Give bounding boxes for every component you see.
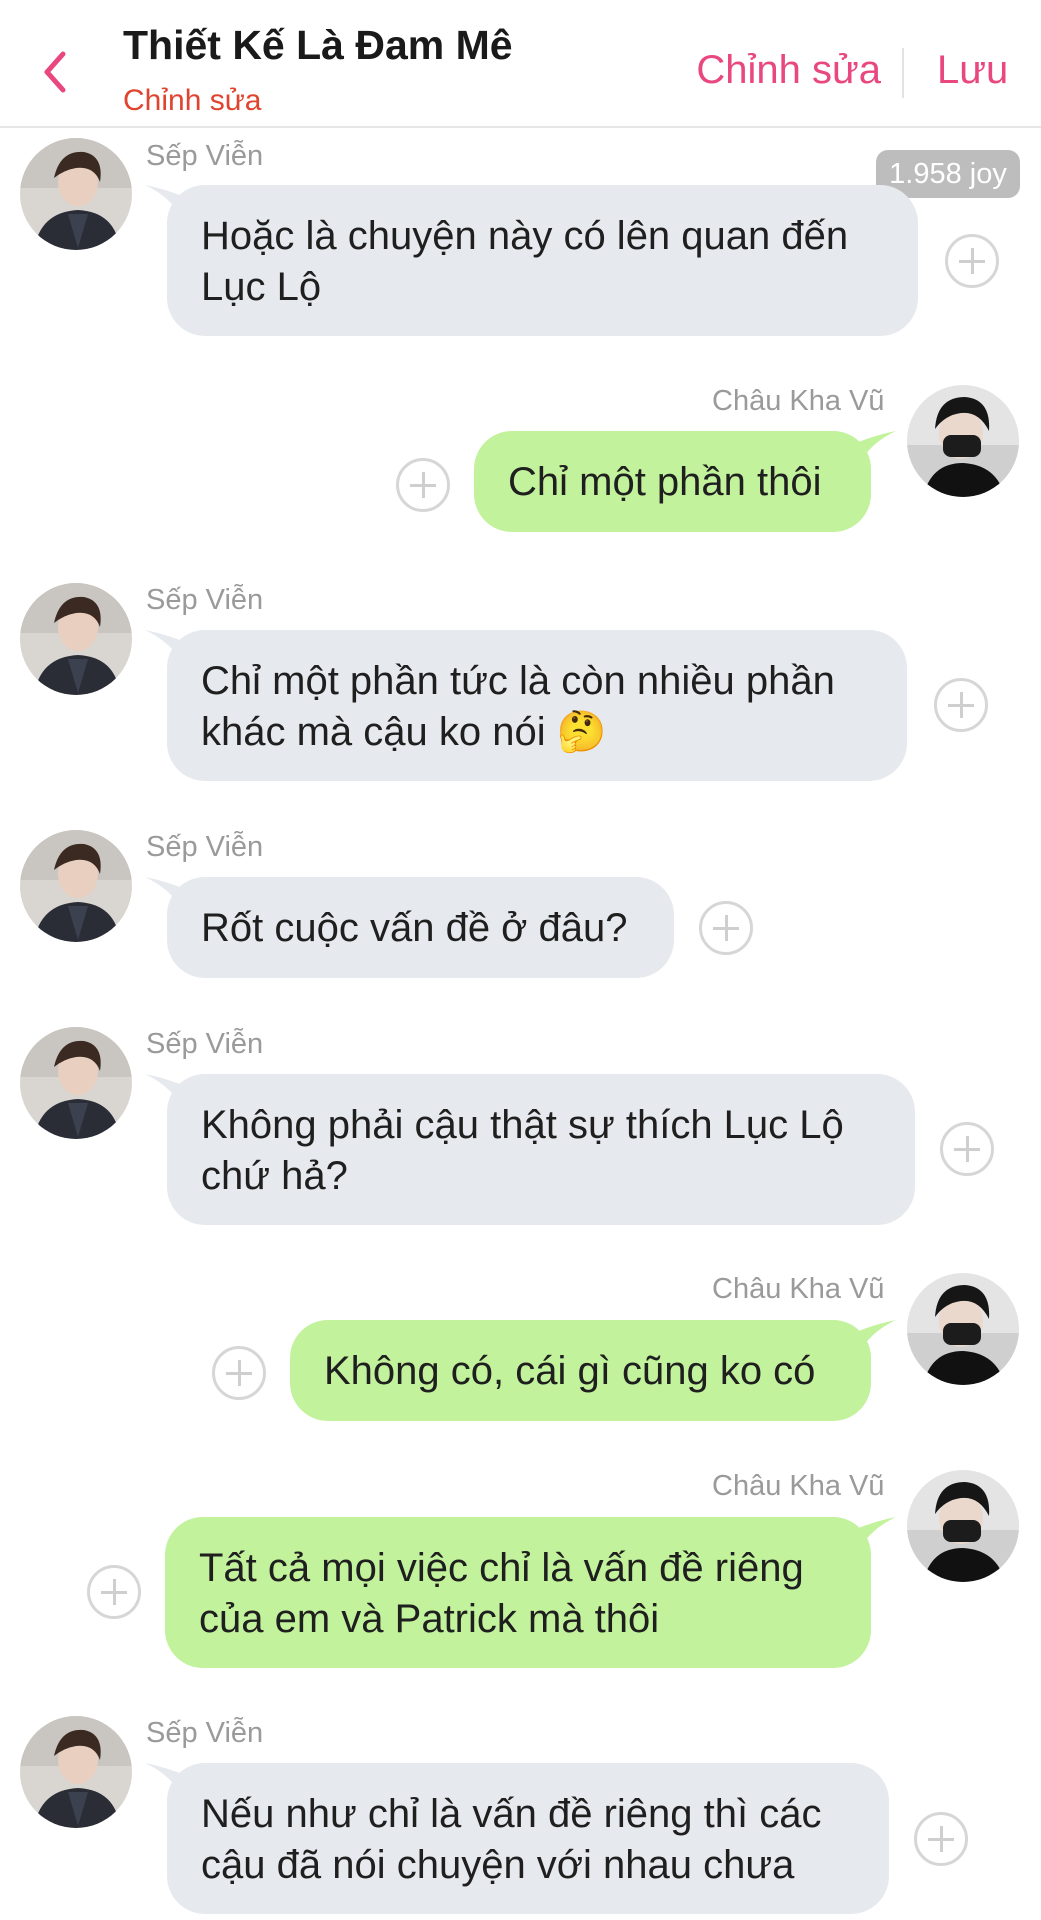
add-reaction-button[interactable]: [934, 678, 988, 732]
sender-name: Sếp Viễn: [146, 1028, 264, 1060]
add-reaction-button[interactable]: [914, 1812, 968, 1866]
sender-name: Sếp Viễn: [146, 831, 264, 863]
message-bubble[interactable]: Tất cả mọi việc chỉ là vấn đề riêng của …: [165, 1517, 871, 1668]
avatar-sep-vien[interactable]: [20, 583, 132, 695]
back-chevron-icon[interactable]: [30, 40, 78, 104]
avatar-sep-vien[interactable]: [20, 830, 132, 942]
sender-name: Sếp Viễn: [146, 140, 264, 172]
message-line: Tất cả mọi việc chỉ là vấn đề riêng: [199, 1546, 804, 1590]
message-line: Chỉ một phần thôi: [508, 460, 822, 504]
message-bubble[interactable]: Hoặc là chuyện này có lên quan đến Lục L…: [167, 185, 918, 336]
add-reaction-button[interactable]: [699, 901, 753, 955]
sender-name: Châu Kha Vũ: [712, 385, 885, 417]
message-line: Rốt cuộc vấn đề ở đâu?: [201, 906, 628, 950]
message-line: chứ hả?: [201, 1154, 348, 1198]
avatar-sep-vien[interactable]: [20, 138, 132, 250]
add-reaction-button[interactable]: [87, 1565, 141, 1619]
message-line: Hoặc là chuyện này có lên quan đến: [201, 214, 849, 258]
sender-name: Sếp Viễn: [146, 1717, 264, 1749]
avatar-sep-vien[interactable]: [20, 1716, 132, 1828]
add-reaction-button[interactable]: [945, 234, 999, 288]
save-button[interactable]: Lưu: [937, 48, 1008, 93]
avatar-chau-kha-vu[interactable]: [907, 385, 1019, 497]
message-bubble[interactable]: Không phải cậu thật sự thích Lục Lộ chứ …: [167, 1074, 915, 1225]
add-reaction-button[interactable]: [396, 458, 450, 512]
message-bubble[interactable]: Không có, cái gì cũng ko có: [290, 1320, 871, 1421]
message-line: khác mà cậu ko nói 🤔: [201, 710, 607, 754]
sender-name: Châu Kha Vũ: [712, 1470, 885, 1502]
message-line: Không có, cái gì cũng ko có: [324, 1349, 816, 1393]
chat-header: Thiết Kế Là Đam Mê Chỉnh sửa Chỉnh sửa L…: [0, 0, 1041, 128]
message-bubble[interactable]: Rốt cuộc vấn đề ở đâu?: [167, 877, 674, 978]
message-line: Nếu như chỉ là vấn đề riêng thì các: [201, 1792, 822, 1836]
sender-name: Sếp Viễn: [146, 584, 264, 616]
message-line: Lục Lộ: [201, 265, 322, 309]
message-line: Chỉ một phần tức là còn nhiều phần: [201, 659, 835, 703]
add-reaction-button[interactable]: [212, 1346, 266, 1400]
chat-title: Thiết Kế Là Đam Mê: [123, 22, 513, 68]
add-reaction-button[interactable]: [940, 1122, 994, 1176]
header-divider: [902, 48, 904, 98]
message-bubble[interactable]: Nếu như chỉ là vấn đề riêng thì các cậu …: [167, 1763, 889, 1914]
edit-button[interactable]: Chỉnh sửa: [696, 48, 881, 93]
message-bubble[interactable]: Chỉ một phần tức là còn nhiều phần khác …: [167, 630, 907, 781]
avatar-chau-kha-vu[interactable]: [907, 1273, 1019, 1385]
sender-name: Châu Kha Vũ: [712, 1273, 885, 1305]
chat-subtitle[interactable]: Chỉnh sửa: [123, 84, 262, 118]
message-line: cậu đã nói chuyện với nhau chưa: [201, 1843, 795, 1887]
avatar-chau-kha-vu[interactable]: [907, 1470, 1019, 1582]
message-line: Không phải cậu thật sự thích Lục Lộ: [201, 1103, 844, 1147]
message-bubble[interactable]: Chỉ một phần thôi: [474, 431, 871, 532]
message-line: của em và Patrick mà thôi: [199, 1597, 660, 1641]
avatar-sep-vien[interactable]: [20, 1027, 132, 1139]
